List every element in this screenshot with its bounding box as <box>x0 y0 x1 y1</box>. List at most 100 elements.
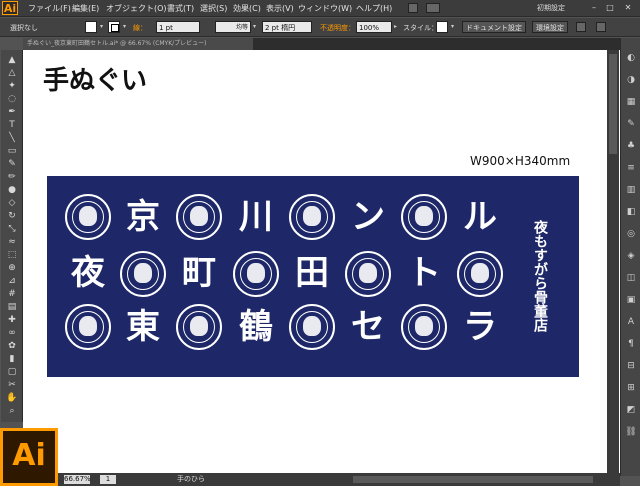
menu-file[interactable]: ファイル(F) <box>28 0 71 17</box>
document-tab[interactable]: 手ぬぐい_夜京東町田鶴セトル.ai* @ 66.67% (CMYK/プレビュー) <box>23 38 253 50</box>
paintbrush-icon[interactable]: ✎ <box>5 158 19 170</box>
selection-icon[interactable]: ▲ <box>5 54 19 66</box>
eraser-icon[interactable]: ◇ <box>5 197 19 209</box>
menu-window[interactable]: ウィンドウ(W) <box>298 0 352 17</box>
rectangle-icon[interactable]: ▭ <box>5 145 19 157</box>
towel-char: 川 <box>239 197 273 237</box>
crest-badge <box>457 251 503 297</box>
slice-icon[interactable]: ✂ <box>5 379 19 391</box>
crest-badge <box>289 194 335 240</box>
paragraph-icon[interactable]: ¶ <box>624 338 638 350</box>
symbols-icon[interactable]: ♣ <box>624 140 638 152</box>
artboard-icon[interactable]: ▢ <box>5 366 19 378</box>
towel-char: セ <box>351 307 385 347</box>
color-panel-icon[interactable]: ◐ <box>624 52 638 64</box>
crest-badge <box>120 251 166 297</box>
free-transform-icon[interactable]: ⬚ <box>5 249 19 261</box>
gradient-panel-icon[interactable]: ▥ <box>624 184 638 196</box>
opacity-dropdown-icon[interactable]: ▸ <box>392 21 399 33</box>
menu-effect[interactable]: 効果(C) <box>233 0 261 17</box>
selection-status: 選択なし <box>10 24 38 32</box>
rotate-icon[interactable]: ↻ <box>5 210 19 222</box>
width-profile-dropdown-icon[interactable]: ▾ <box>251 21 258 33</box>
vertical-scrollbar[interactable] <box>607 50 619 473</box>
minimize-button[interactable]: – <box>588 2 600 13</box>
tools-panel: ▲ △ ✦ ◌ ✒ T ╲ ▭ ✎ ✏ ● ◇ ↻ ⤡ ≈ ⬚ ⊕ ⊿ # ▤ ✚ ∞ ✿ ▮ ▢ ✂ ✋ ⌕ <box>1 50 23 422</box>
stroke-dropdown-icon[interactable]: ▾ <box>121 21 128 33</box>
zoom-icon[interactable]: ⌕ <box>5 405 19 417</box>
lasso-icon[interactable]: ◌ <box>5 93 19 105</box>
arrange-icon[interactable] <box>576 22 586 32</box>
direct-selection-icon[interactable]: △ <box>5 67 19 79</box>
hand-icon[interactable]: ✋ <box>5 392 19 404</box>
stroke-weight-field[interactable]: 1 pt <box>156 21 200 33</box>
appearance-icon[interactable]: ◎ <box>624 228 638 240</box>
menu-view[interactable]: 表示(V) <box>266 0 294 17</box>
menu-select[interactable]: 選択(S) <box>200 0 227 17</box>
workspace-switcher[interactable]: 初期設定 <box>537 2 565 14</box>
warp-icon[interactable]: ≈ <box>5 236 19 248</box>
style-dropdown-icon[interactable]: ▾ <box>449 21 456 33</box>
shop-name-vertical: 夜もすがら骨董店 <box>532 220 548 332</box>
towel-char: 京 <box>126 197 160 237</box>
artboard-number-field[interactable]: 1 <box>100 475 116 484</box>
eyedropper-icon[interactable]: ✚ <box>5 314 19 326</box>
stroke-panel-icon[interactable]: ≡ <box>624 162 638 174</box>
pencil-icon[interactable]: ✏ <box>5 171 19 183</box>
graphic-style-swatch[interactable] <box>436 21 448 33</box>
transparency-icon[interactable]: ◧ <box>624 206 638 218</box>
align-icon[interactable]: ⊟ <box>624 360 638 372</box>
shape-builder-icon[interactable]: ⊕ <box>5 262 19 274</box>
mesh-icon[interactable]: # <box>5 288 19 300</box>
links-icon[interactable]: ⛓ <box>624 426 638 438</box>
layers-icon[interactable]: ◫ <box>624 272 638 284</box>
bridge-icon[interactable] <box>408 3 418 13</box>
towel-char: 東 <box>126 307 160 347</box>
status-tool-name: 手のひら <box>177 475 205 483</box>
fill-swatch[interactable] <box>85 21 97 33</box>
character-icon[interactable]: A <box>624 316 638 328</box>
stroke-label[interactable]: 線： <box>133 22 147 34</box>
crest-badge <box>289 304 335 350</box>
menu-type[interactable]: 書式(T) <box>167 0 194 17</box>
close-button[interactable]: ✕ <box>622 2 634 13</box>
menu-help[interactable]: ヘルプ(H) <box>356 0 392 17</box>
document-setup-button[interactable]: ドキュメント設定 <box>462 21 526 33</box>
symbol-sprayer-icon[interactable]: ✿ <box>5 340 19 352</box>
line-icon[interactable]: ╲ <box>5 132 19 144</box>
panel-menu-icon[interactable] <box>596 22 606 32</box>
graph-icon[interactable]: ▮ <box>5 353 19 365</box>
pathfinder-icon[interactable]: ◩ <box>624 404 638 416</box>
blend-icon[interactable]: ∞ <box>5 327 19 339</box>
graphic-styles-icon[interactable]: ◈ <box>624 250 638 262</box>
zoom-field[interactable]: 66.67% <box>64 475 91 484</box>
variable-width-profile[interactable]: 均等 <box>215 21 251 33</box>
arrange-documents-icon[interactable] <box>426 3 440 13</box>
brush-definition[interactable]: 2 pt 楕円 <box>262 21 312 33</box>
fill-dropdown-icon[interactable]: ▾ <box>98 21 105 33</box>
transform-icon[interactable]: ⊞ <box>624 382 638 394</box>
magic-wand-icon[interactable]: ✦ <box>5 80 19 92</box>
preferences-button[interactable]: 環境設定 <box>532 21 568 33</box>
perspective-icon[interactable]: ⊿ <box>5 275 19 287</box>
towel-char: ト <box>407 253 441 293</box>
color-guide-icon[interactable]: ◑ <box>624 74 638 86</box>
blob-brush-icon[interactable]: ● <box>5 184 19 196</box>
scale-icon[interactable]: ⤡ <box>5 223 19 235</box>
pen-icon[interactable]: ✒ <box>5 106 19 118</box>
menu-object[interactable]: オブジェクト(O) <box>106 0 167 17</box>
stroke-swatch[interactable] <box>108 21 120 33</box>
document-tab-bar: 手ぬぐい_夜京東町田鶴セトル.ai* @ 66.67% (CMYK/プレビュー) <box>23 38 620 50</box>
swatches-icon[interactable]: ▦ <box>624 96 638 108</box>
artboards-icon[interactable]: ▣ <box>624 294 638 306</box>
brushes-icon[interactable]: ✎ <box>624 118 638 130</box>
tenugui-towel[interactable]: 夜 京 東 町 川 鶴 田 ン セ ト ル ラ <box>47 176 579 377</box>
opacity-field[interactable]: 100% <box>356 21 392 33</box>
type-icon[interactable]: T <box>5 119 19 131</box>
menu-edit[interactable]: 編集(E) <box>72 0 99 17</box>
maximize-button[interactable]: □ <box>604 2 616 13</box>
gradient-icon[interactable]: ▤ <box>5 301 19 313</box>
dimension-label: W900×H340mm <box>470 154 571 168</box>
crest-badge <box>401 304 447 350</box>
opacity-label[interactable]: 不透明度： <box>320 22 355 34</box>
